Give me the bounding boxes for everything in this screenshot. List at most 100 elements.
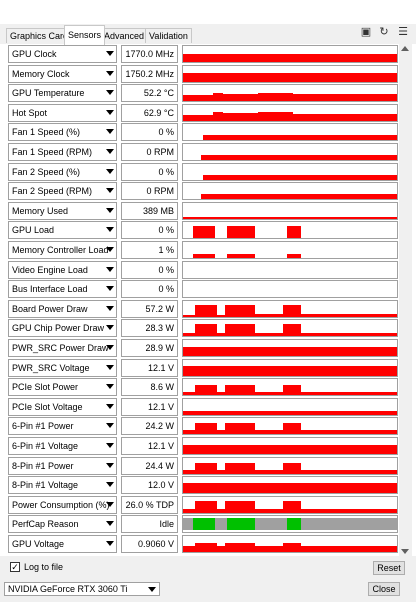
sensor-graph	[182, 241, 398, 259]
chevron-down-icon	[106, 384, 114, 389]
chevron-down-icon	[106, 463, 114, 468]
sensor-name-dropdown[interactable]: Fan 1 Speed (%)	[8, 123, 117, 141]
sensor-name-dropdown[interactable]: PWR_SRC Power Draw	[8, 339, 117, 357]
sensor-name: PWR_SRC Power Draw	[12, 343, 109, 353]
sensor-name-dropdown[interactable]: 6-Pin #1 Voltage	[8, 437, 117, 455]
sensor-name-dropdown[interactable]: 8-Pin #1 Power	[8, 457, 117, 475]
sensor-list: GPU Clock 1770.0 MHz Memory Clock 1750.2 MH…	[0, 44, 416, 556]
graph-fill	[225, 305, 255, 317]
sensor-name-dropdown[interactable]: 8-Pin #1 Voltage	[8, 476, 117, 494]
tab-advanced[interactable]: Advanced	[100, 28, 149, 43]
sensor-name-dropdown[interactable]: 6-Pin #1 Power	[8, 417, 117, 435]
sensor-name-dropdown[interactable]: Fan 2 Speed (%)	[8, 163, 117, 181]
sensor-value: 0 %	[121, 123, 178, 141]
graph-fill	[183, 509, 195, 513]
sensor-name: Fan 1 Speed (RPM)	[12, 147, 93, 157]
sensor-value: 28.9 W	[121, 339, 178, 357]
sensor-value: 0 %	[121, 221, 178, 239]
sensor-graph	[182, 280, 398, 298]
tab-graphics-card[interactable]: Graphics Card	[6, 28, 73, 43]
bottom-bar: ✓ Log to file Reset NVIDIA GeForce RTX 3…	[0, 556, 416, 602]
graph-fill	[301, 333, 397, 336]
graph-fill	[183, 73, 397, 82]
sensor-name-dropdown[interactable]: GPU Voltage	[8, 535, 117, 553]
scroll-up-icon[interactable]	[401, 46, 409, 51]
sensor-name-dropdown[interactable]: GPU Temperature	[8, 84, 117, 102]
sensor-value: 12.1 V	[121, 437, 178, 455]
sensor-row: Memory Used 389 MB	[8, 202, 398, 220]
tab-sensors[interactable]: Sensors	[64, 25, 106, 45]
sensor-graph-trace	[183, 217, 397, 219]
graph-fill	[183, 483, 397, 493]
chevron-down-icon	[106, 482, 114, 487]
chevron-down-icon	[106, 521, 114, 526]
chevron-down-icon	[106, 110, 114, 115]
sensor-row: Fan 2 Speed (RPM) 0 RPM	[8, 182, 398, 200]
camera-icon[interactable]: ▣	[359, 25, 373, 39]
sensor-name: 6-Pin #1 Voltage	[12, 441, 79, 451]
graph-fill	[225, 543, 255, 552]
graph-fill	[283, 324, 301, 336]
sensor-name-dropdown[interactable]: PCIe Slot Voltage	[8, 398, 117, 416]
sensor-row: GPU Temperature 52.2 °C	[8, 84, 398, 102]
sensor-name: GPU Temperature	[12, 88, 85, 98]
gpu-select-value: NVIDIA GeForce RTX 3060 Ti	[8, 584, 128, 594]
sensor-row: GPU Voltage 0.9060 V	[8, 535, 398, 553]
sensor-name-dropdown[interactable]: Fan 2 Speed (RPM)	[8, 182, 117, 200]
sensor-graph	[182, 261, 398, 279]
sensor-value: 1770.0 MHz	[121, 45, 178, 63]
scroll-down-icon[interactable]	[401, 549, 409, 554]
sensor-name: Video Engine Load	[12, 265, 88, 275]
sensor-graph	[182, 417, 398, 435]
sensor-name-dropdown[interactable]: GPU Chip Power Draw	[8, 319, 117, 337]
sensor-value: 24.2 W	[121, 417, 178, 435]
sensor-name-dropdown[interactable]: PerfCap Reason	[8, 515, 117, 533]
close-button[interactable]: Close	[368, 582, 400, 596]
graph-fill	[183, 115, 213, 121]
chevron-down-icon	[106, 306, 114, 311]
sensor-name-dropdown[interactable]: Video Engine Load	[8, 261, 117, 279]
sensor-name-dropdown[interactable]: Memory Clock	[8, 65, 117, 83]
sensor-name-dropdown[interactable]: Board Power Draw	[8, 300, 117, 318]
graph-fill	[195, 423, 217, 434]
sensor-name-dropdown[interactable]: PWR_SRC Voltage	[8, 359, 117, 377]
graph-fill	[255, 314, 283, 317]
sensor-name-dropdown[interactable]: GPU Clock	[8, 45, 117, 63]
sensor-row: Fan 1 Speed (%) 0 %	[8, 123, 398, 141]
graph-fill	[183, 333, 195, 336]
sensor-graph-trace	[183, 518, 397, 530]
sensor-row: PWR_SRC Voltage 12.1 V	[8, 359, 398, 377]
sensor-name-dropdown[interactable]: Bus Interface Load	[8, 280, 117, 298]
sensor-name-dropdown[interactable]: Fan 1 Speed (RPM)	[8, 143, 117, 161]
menu-icon[interactable]: ☰	[396, 25, 410, 39]
sensor-value: 24.4 W	[121, 457, 178, 475]
sensor-graph-trace	[183, 324, 397, 336]
sensor-name: PWR_SRC Voltage	[12, 363, 90, 373]
chevron-down-icon	[106, 423, 114, 428]
scrollbar[interactable]	[399, 44, 412, 556]
log-to-file-label: Log to file	[24, 562, 64, 572]
tab-validation[interactable]: Validation	[145, 28, 192, 43]
sensor-name-dropdown[interactable]: PCIe Slot Power	[8, 378, 117, 396]
graph-fill	[195, 305, 217, 317]
sensor-row: Fan 2 Speed (%) 0 %	[8, 163, 398, 181]
gpu-select[interactable]: NVIDIA GeForce RTX 3060 Ti	[4, 582, 160, 596]
refresh-icon[interactable]: ↻	[377, 25, 391, 39]
sensor-name-dropdown[interactable]: Memory Used	[8, 202, 117, 220]
sensor-row: Hot Spot 62.9 °C	[8, 104, 398, 122]
sensor-name-dropdown[interactable]: Memory Controller Load	[8, 241, 117, 259]
graph-fill	[183, 347, 397, 356]
sensor-value: 0 RPM	[121, 182, 178, 200]
perfcap-limit-band	[193, 518, 215, 530]
sensor-name: 8-Pin #1 Power	[12, 461, 74, 471]
sensor-graph	[182, 45, 398, 63]
sensor-name-dropdown[interactable]: GPU Load	[8, 221, 117, 239]
sensor-name-dropdown[interactable]: Hot Spot	[8, 104, 117, 122]
sensor-name-dropdown[interactable]: Power Consumption (%)	[8, 496, 117, 514]
sensor-row: GPU Clock 1770.0 MHz	[8, 45, 398, 63]
log-to-file-checkbox[interactable]: ✓	[10, 562, 20, 572]
chevron-down-icon	[106, 149, 114, 154]
sensor-name: GPU Voltage	[12, 539, 65, 549]
sensor-graph	[182, 378, 398, 396]
reset-button[interactable]: Reset	[373, 561, 405, 575]
